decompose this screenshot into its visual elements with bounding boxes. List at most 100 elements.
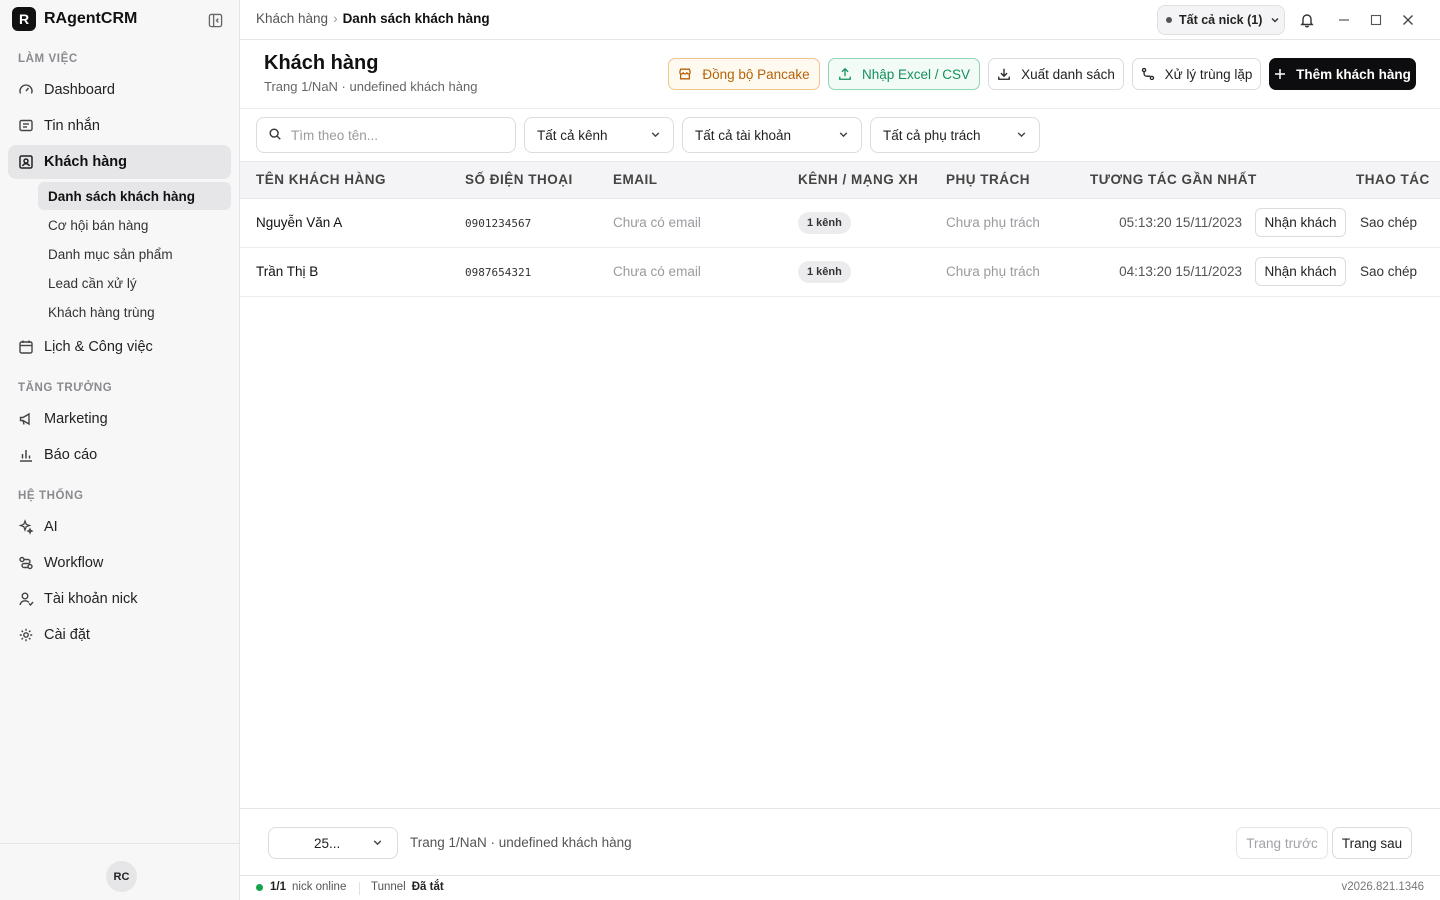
owner-filter-label: Tất cả phụ trách [883, 127, 981, 143]
sidebar-item-calendar[interactable]: Lịch & Công việc [8, 330, 231, 364]
breadcrumb-parent[interactable]: Khách hàng [256, 11, 328, 26]
sidebar-item-label: Dashboard [44, 82, 115, 98]
import-excel-label: Nhập Excel / CSV [861, 66, 971, 82]
sidebar-subitem-opportunities[interactable]: Cơ hội bán hàng [38, 211, 231, 239]
pagination-info: Trang 1/NaN · undefined khách hàng [410, 835, 632, 850]
sidebar-subitem-leads[interactable]: Lead cần xử lý [38, 269, 231, 297]
sidebar-item-accounts[interactable]: Tài khoản nick [8, 582, 231, 616]
sidebar-item-messages[interactable]: Tin nhắn [8, 109, 231, 143]
brand-logo: R [12, 7, 36, 31]
dedupe-label: Xử lý trùng lặp [1164, 66, 1253, 82]
sidebar-item-workflow[interactable]: Workflow [8, 546, 231, 580]
maximize-icon[interactable] [1367, 11, 1385, 29]
next-page-button[interactable]: Trang sau [1332, 827, 1412, 859]
online-dot [256, 883, 263, 891]
sidebar-item-settings[interactable]: Cài đặt [8, 618, 231, 652]
message-icon [18, 118, 34, 134]
sync-pancake-button[interactable]: Đồng bộ Pancake [668, 58, 820, 90]
column-header-email[interactable]: EMAIL [613, 172, 658, 187]
last-interaction: 05:13:20 15/11/2023 [1119, 215, 1242, 230]
megaphone-icon [18, 411, 34, 427]
online-label: nick online [292, 881, 347, 893]
tunnel-value: Đã tắt [411, 881, 444, 893]
close-icon[interactable] [1399, 11, 1417, 29]
chevron-down-icon [650, 128, 661, 143]
page-title: Khách hàng [264, 52, 379, 74]
sidebar-item-label: Báo cáo [44, 447, 98, 463]
sidebar-item-dashboard[interactable]: Dashboard [8, 73, 231, 107]
prev-page-button[interactable]: Trang trước [1236, 827, 1328, 859]
column-header-actions: THAO TÁC [1356, 172, 1430, 187]
gauge-icon [18, 82, 34, 98]
sidebar-subitem-customer-list[interactable]: Danh sách khách hàng [38, 182, 231, 210]
copy-button[interactable]: Sao chép [1360, 215, 1417, 230]
section-title-system: HỆ THỐNG [18, 490, 84, 502]
column-header-name[interactable]: TÊN KHÁCH HÀNG [256, 172, 386, 187]
brand[interactable]: R RAgentCRM [12, 7, 137, 31]
import-excel-button[interactable]: Nhập Excel / CSV [828, 58, 980, 90]
search-icon [268, 127, 282, 144]
page-subtitle: Trang 1/NaN · undefined khách hàng [264, 79, 478, 94]
topbar: Khách hàng › Danh sách khách hàng Tất cả… [240, 0, 1440, 40]
sidebar-item-reports[interactable]: Báo cáo [8, 438, 231, 472]
online-status: 1/1 nick online [256, 881, 346, 893]
owner-filter[interactable]: Tất cả phụ trách [870, 117, 1040, 153]
sidebar-collapse-icon[interactable] [206, 11, 224, 29]
column-header-phone[interactable]: SỐ ĐIỆN THOẠI [465, 172, 573, 187]
plus-icon [1274, 68, 1286, 80]
customer-name[interactable]: Nguyễn Văn A [256, 215, 342, 230]
divider [359, 882, 360, 895]
channel-badge: 1 kênh [798, 212, 851, 234]
add-customer-button[interactable]: Thêm khách hàng [1269, 58, 1416, 90]
bell-icon[interactable] [1298, 11, 1316, 29]
chevron-down-icon [838, 128, 849, 143]
channel-filter-label: Tất cả kênh [537, 127, 608, 143]
customer-owner: Chưa phụ trách [946, 264, 1040, 279]
sidebar-item-customers[interactable]: Khách hàng [8, 145, 231, 179]
contact-card-icon [18, 154, 34, 170]
bar-chart-icon [18, 447, 34, 463]
column-header-channel[interactable]: KÊNH / MẠNG XH [798, 172, 918, 187]
dedupe-button[interactable]: Xử lý trùng lặp [1132, 58, 1261, 90]
sidebar-item-marketing[interactable]: Marketing [8, 402, 231, 436]
claim-customer-button[interactable]: Nhận khách [1255, 208, 1346, 237]
search-input[interactable] [291, 127, 491, 143]
sidebar-item-label: Tin nhắn [44, 118, 100, 134]
export-list-label: Xuất danh sách [1021, 66, 1115, 82]
customer-owner: Chưa phụ trách [946, 215, 1040, 230]
sidebar-subitem-duplicates[interactable]: Khách hàng trùng [38, 298, 231, 326]
nick-select[interactable]: Tất cả nick (1) [1157, 5, 1285, 35]
breadcrumb-separator: › [333, 11, 338, 26]
status-bar: 1/1 nick online Tunnel Đã tắt v2026.821.… [240, 875, 1440, 900]
sidebar-item-label: AI [44, 519, 58, 535]
minimize-icon[interactable] [1335, 11, 1353, 29]
pagination: 25... Trang 1/NaN · undefined khách hàng… [240, 808, 1440, 875]
breadcrumb-current: Danh sách khách hàng [342, 11, 490, 26]
nick-select-label: Tất cả nick (1) [1179, 13, 1263, 27]
column-header-last-interaction[interactable]: TƯƠNG TÁC GẦN NHẤT [1090, 172, 1257, 187]
copy-button[interactable]: Sao chép [1360, 264, 1417, 279]
sidebar-item-label: Khách hàng [44, 154, 127, 170]
status-dot [1166, 17, 1172, 23]
sidebar-item-ai[interactable]: AI [8, 510, 231, 544]
chevron-down-icon [1016, 128, 1027, 143]
avatar[interactable]: RC [106, 861, 137, 892]
claim-customer-button[interactable]: Nhận khách [1255, 257, 1346, 286]
account-filter[interactable]: Tất cả tài khoản [682, 117, 862, 153]
column-header-owner[interactable]: PHỤ TRÁCH [946, 172, 1030, 187]
table-row[interactable]: Nguyễn Văn A 0901234567 Chưa có email 1 … [240, 199, 1440, 248]
table-row[interactable]: Trần Thị B 0987654321 Chưa có email 1 kê… [240, 248, 1440, 297]
channel-filter[interactable]: Tất cả kênh [524, 117, 674, 153]
customer-phone: 0901234567 [465, 217, 532, 230]
export-list-button[interactable]: Xuất danh sách [988, 58, 1124, 90]
search-box[interactable] [256, 117, 516, 153]
page-size-select[interactable]: 25... [268, 827, 398, 859]
section-title-growth: TĂNG TRƯỞNG [18, 382, 113, 394]
last-interaction: 04:13:20 15/11/2023 [1119, 264, 1242, 279]
section-title-work: LÀM VIỆC [18, 53, 78, 65]
chevron-down-icon [372, 836, 383, 851]
divider [240, 108, 1440, 109]
sidebar-item-label: Tài khoản nick [44, 591, 138, 607]
sidebar-subitem-products[interactable]: Danh mục sản phẩm [38, 240, 231, 268]
customer-name[interactable]: Trần Thị B [256, 264, 318, 279]
